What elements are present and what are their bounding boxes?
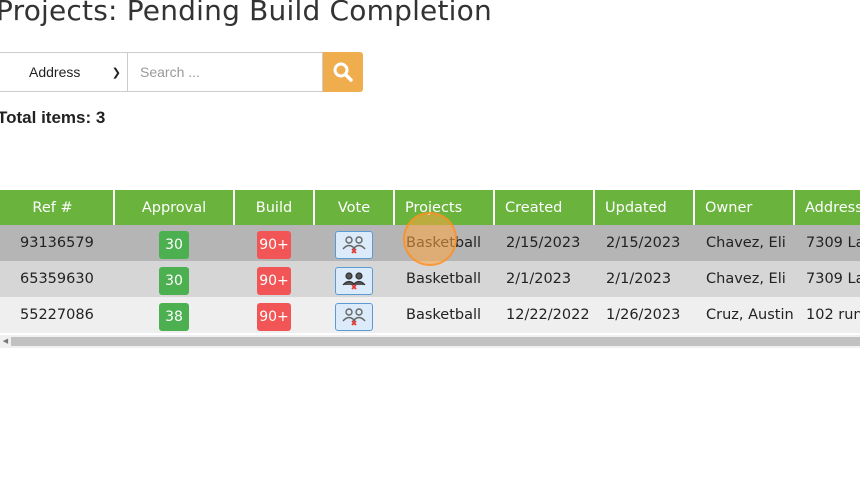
column-header-build[interactable]: Build — [233, 190, 314, 225]
cell-build: 90+ — [234, 261, 314, 297]
column-header-created[interactable]: Created — [493, 190, 594, 225]
scrollbar-thumb[interactable] — [11, 337, 860, 346]
column-header-ref[interactable]: Ref # — [0, 190, 114, 225]
total-items-label: Total items: — [0, 108, 92, 127]
column-header-projects[interactable]: Projects — [393, 190, 494, 225]
approval-badge: 30 — [159, 231, 189, 259]
build-badge: 90+ — [257, 267, 291, 295]
cell-build: 90+ — [234, 225, 314, 261]
cell-address: 7309 Lake — [794, 261, 860, 297]
cell-vote — [314, 261, 394, 297]
cell-vote — [314, 297, 394, 333]
column-header-updated[interactable]: Updated — [593, 190, 694, 225]
cell-vote — [314, 225, 394, 261]
table-header-row: Ref # Approval Build Vote Projects Creat… — [0, 190, 860, 225]
approval-badge: 38 — [159, 303, 189, 331]
cell-updated: 2/1/2023 — [594, 261, 694, 297]
cell-ref: 55227086 — [0, 297, 114, 333]
vote-button[interactable] — [335, 267, 373, 295]
cell-created: 2/15/2023 — [494, 225, 594, 261]
cell-ref: 65359630 — [0, 261, 114, 297]
cell-owner: Chavez, Eli — [694, 225, 794, 261]
vote-users-icon — [342, 308, 366, 326]
cell-owner: Chavez, Eli — [694, 261, 794, 297]
vote-button[interactable] — [335, 303, 373, 331]
table-row[interactable]: 65359630 30 90+ Basketball 2/1/2023 2/1/… — [0, 261, 860, 297]
column-header-vote[interactable]: Vote — [313, 190, 394, 225]
cell-approval: 30 — [114, 261, 234, 297]
search-bar: Address ❯ — [0, 52, 363, 92]
table-row[interactable]: 93136579 30 90+ Basketball 2/15/2023 2/1… — [0, 225, 860, 261]
search-icon — [333, 62, 353, 82]
table-row[interactable]: 55227086 38 90+ Basketball 12/22/2022 1/… — [0, 297, 860, 333]
cell-build: 90+ — [234, 297, 314, 333]
column-header-address[interactable]: Address — [793, 190, 860, 225]
cell-approval: 38 — [114, 297, 234, 333]
total-items: Total items: 3 — [0, 108, 105, 128]
vote-users-icon — [342, 236, 366, 254]
cell-address: 7309 Lake — [794, 225, 860, 261]
projects-grid: Ref # Approval Build Vote Projects Creat… — [0, 190, 860, 350]
vote-button[interactable] — [335, 231, 373, 259]
cell-owner: Cruz, Austin — [694, 297, 794, 333]
chevron-down-icon: ❯ — [111, 66, 121, 79]
cell-project[interactable]: Basketball — [394, 225, 494, 261]
total-items-count: 3 — [95, 108, 106, 127]
vote-users-icon — [342, 272, 366, 290]
cell-created: 12/22/2022 — [494, 297, 594, 333]
cell-updated: 1/26/2023 — [594, 297, 694, 333]
build-badge: 90+ — [257, 231, 291, 259]
column-header-approval[interactable]: Approval — [113, 190, 234, 225]
search-field-selected: Address — [29, 64, 81, 80]
cell-address: 102 running — [794, 297, 860, 333]
cell-created: 2/1/2023 — [494, 261, 594, 297]
cell-project[interactable]: Basketball — [394, 261, 494, 297]
cell-approval: 30 — [114, 225, 234, 261]
projects-table: Ref # Approval Build Vote Projects Creat… — [0, 190, 860, 333]
search-field-select[interactable]: Address ❯ — [0, 52, 128, 92]
search-button[interactable] — [323, 52, 363, 92]
cell-project[interactable]: Basketball — [394, 297, 494, 333]
scroll-left-arrow-icon[interactable]: ◀ — [0, 335, 11, 348]
column-header-owner[interactable]: Owner — [693, 190, 794, 225]
page-title: Projects: Pending Build Completion — [0, 0, 492, 27]
build-badge: 90+ — [257, 303, 291, 331]
horizontal-scrollbar[interactable]: ◀ — [0, 335, 860, 348]
cell-updated: 2/15/2023 — [594, 225, 694, 261]
approval-badge: 30 — [159, 267, 189, 295]
cell-ref: 93136579 — [0, 225, 114, 261]
search-input[interactable] — [128, 52, 323, 92]
